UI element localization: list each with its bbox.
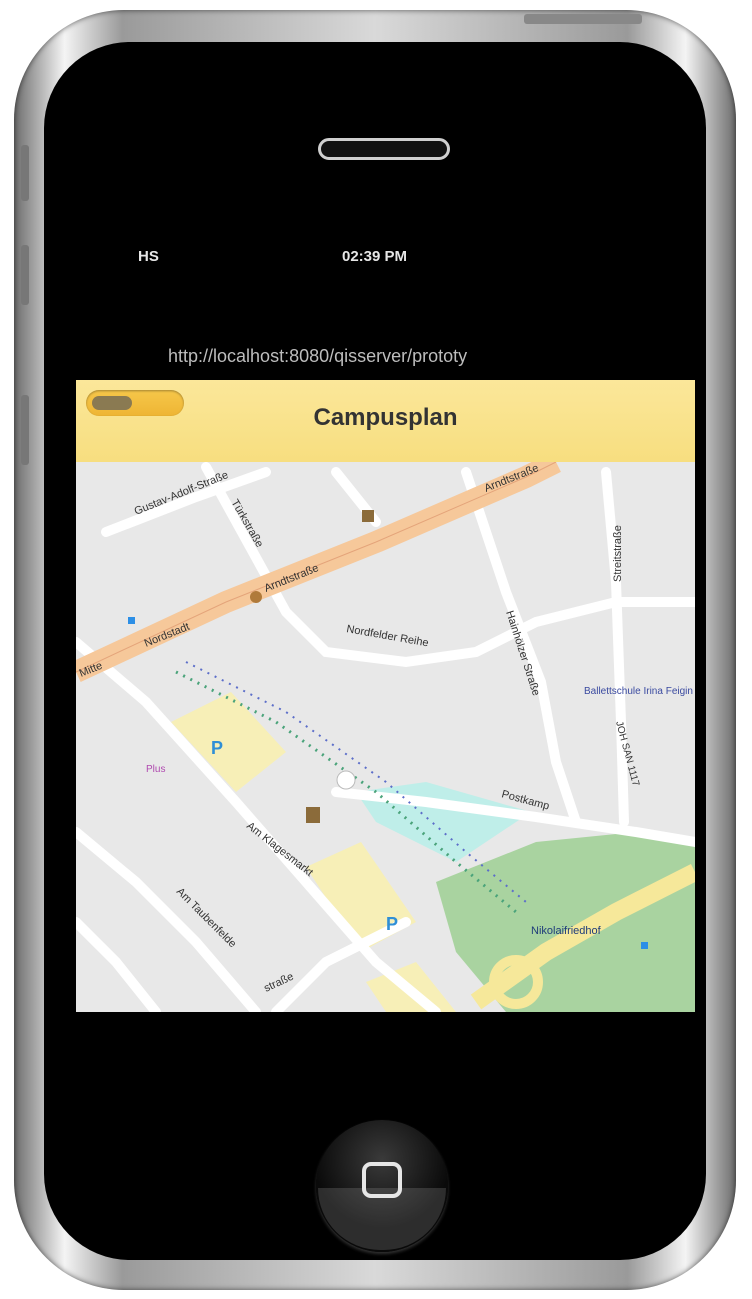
recycling-icon xyxy=(250,591,262,603)
url-text: http://localhost:8080/qisserver/prototy xyxy=(168,346,468,366)
home-square-icon xyxy=(362,1162,402,1198)
screen: HS 02:39 PM http://localhost:8080/qisser… xyxy=(76,236,695,1102)
clock: 02:39 PM xyxy=(342,248,408,265)
waste-icon xyxy=(306,807,320,823)
street-label: Streitstraße xyxy=(612,525,624,582)
power-button xyxy=(524,14,642,24)
campus-map[interactable]: P P Gustav-Adolf-Straße Türkstraße Arndt… xyxy=(76,462,695,1012)
carrier-label: HS xyxy=(138,248,159,265)
speaker-icon xyxy=(318,138,450,160)
mute-switch xyxy=(21,145,29,201)
app-header: Campusplan xyxy=(76,380,695,462)
parking-label: P xyxy=(211,738,223,758)
waste-icon xyxy=(362,510,374,522)
bus-stop-icon xyxy=(128,617,135,624)
map-canvas[interactable]: P P Gustav-Adolf-Straße Türkstraße Arndt… xyxy=(76,462,695,1012)
volume-down-button xyxy=(21,395,29,465)
parking-label: P xyxy=(386,914,398,934)
volume-up-button xyxy=(21,245,29,305)
bus-stop-icon xyxy=(641,942,648,949)
place-label: Ballettschule Irina Feigin xyxy=(584,686,693,697)
home-button[interactable] xyxy=(316,1120,448,1252)
place-label: Nikolaifriedhof xyxy=(531,925,602,937)
status-bar: HS 02:39 PM xyxy=(76,236,695,276)
page-title: Campusplan xyxy=(313,404,458,431)
shop-label: Plus xyxy=(146,764,165,775)
